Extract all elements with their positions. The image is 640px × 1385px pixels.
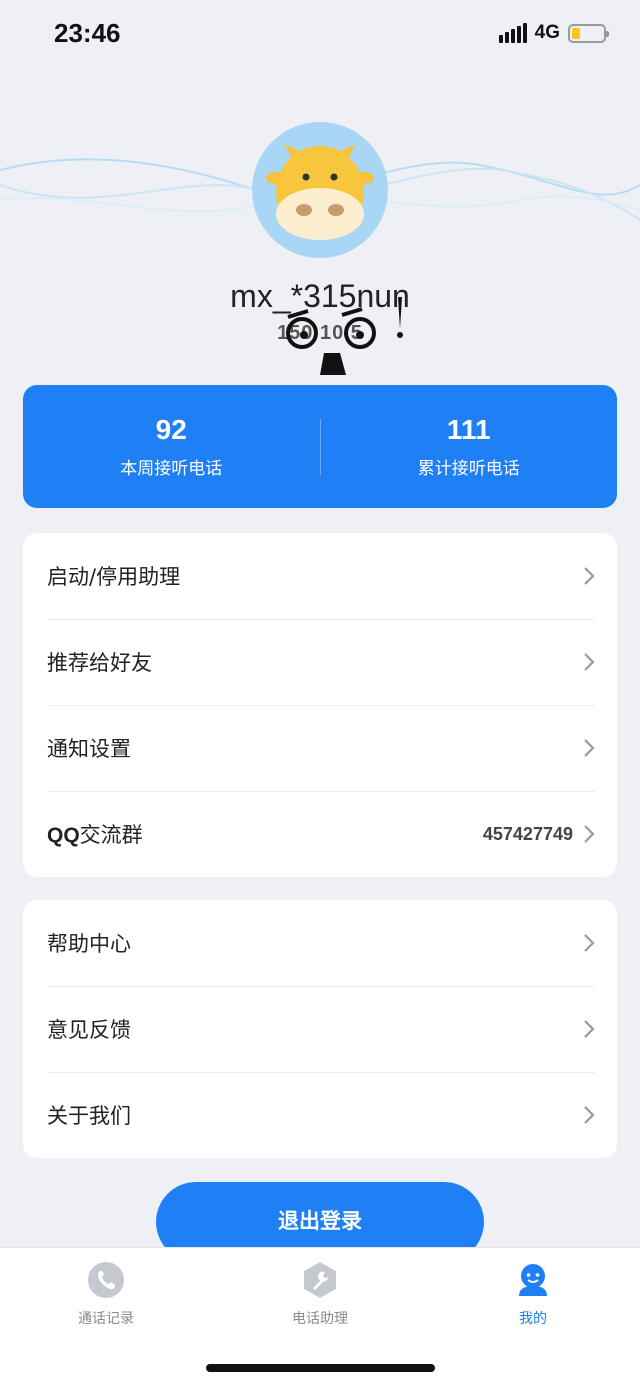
menu-item-recommend[interactable]: 推荐给好友 bbox=[23, 619, 617, 705]
network-type: 4G bbox=[534, 22, 560, 43]
settings-menu-group: 启动/停用助理 推荐给好友 通知设置 QQ交流群 457427749 bbox=[23, 533, 617, 877]
menu-item-label: 关于我们 bbox=[47, 1104, 131, 1128]
support-menu-group: 帮助中心 意见反馈 关于我们 bbox=[23, 900, 617, 1158]
battery-icon bbox=[568, 23, 609, 43]
call-stats-card: 92 本周接听电话 111 累计接听电话 bbox=[23, 385, 617, 508]
menu-item-qq-group[interactable]: QQ交流群 457427749 bbox=[23, 791, 617, 877]
tab-label: 通话记录 bbox=[78, 1311, 134, 1327]
chevron-right-icon bbox=[584, 934, 595, 952]
signal-icon bbox=[498, 23, 527, 43]
tab-mine[interactable]: 我的 bbox=[473, 1260, 593, 1328]
qq-label: 交流群 bbox=[79, 823, 143, 847]
stat-label: 本周接听电话 bbox=[120, 459, 223, 479]
tab-label: 我的 bbox=[519, 1311, 547, 1327]
chevron-right-icon bbox=[584, 653, 595, 671]
stat-label: 累计接听电话 bbox=[417, 459, 520, 479]
qq-prefix: QQ bbox=[47, 824, 80, 847]
menu-item-toggle-assistant[interactable]: 启动/停用助理 bbox=[23, 533, 617, 619]
menu-item-label: 帮助中心 bbox=[47, 932, 131, 956]
menu-item-about-us[interactable]: 关于我们 bbox=[23, 1072, 617, 1158]
menu-item-label: 推荐给好友 bbox=[47, 651, 152, 675]
status-indicators: 4G bbox=[498, 22, 609, 44]
menu-item-feedback[interactable]: 意见反馈 bbox=[23, 986, 617, 1072]
scribble-face-overlay bbox=[286, 297, 403, 375]
tab-call-records[interactable]: 通话记录 bbox=[46, 1260, 166, 1328]
phone-icon bbox=[88, 1262, 124, 1298]
home-indicator[interactable] bbox=[206, 1364, 435, 1372]
tab-label: 电话助理 bbox=[292, 1311, 348, 1327]
chevron-right-icon bbox=[584, 1106, 595, 1124]
stat-weekly-calls: 92 本周接听电话 bbox=[23, 414, 320, 479]
qq-group-number: 457427749 bbox=[482, 823, 573, 844]
status-bar: 23:46 4G bbox=[0, 0, 640, 70]
status-time: 23:46 bbox=[54, 18, 121, 48]
menu-item-help-center[interactable]: 帮助中心 bbox=[23, 900, 617, 986]
user-icon bbox=[519, 1264, 547, 1296]
menu-item-label: 通知设置 bbox=[47, 737, 131, 761]
menu-item-label: 启动/停用助理 bbox=[47, 565, 181, 589]
chevron-right-icon bbox=[584, 825, 595, 843]
chevron-right-icon bbox=[584, 567, 595, 585]
chevron-right-icon bbox=[584, 1020, 595, 1038]
wrench-icon bbox=[304, 1262, 336, 1298]
menu-item-label: QQ交流群 bbox=[47, 819, 483, 849]
chevron-right-icon bbox=[584, 739, 595, 757]
battery-level bbox=[572, 27, 580, 39]
cow-avatar-icon[interactable] bbox=[252, 122, 388, 258]
tab-phone-assistant[interactable]: 电话助理 bbox=[260, 1260, 380, 1328]
stat-total-calls: 111 累计接听电话 bbox=[321, 414, 618, 479]
stat-value: 111 bbox=[446, 414, 491, 445]
stat-value: 92 bbox=[155, 414, 187, 445]
menu-item-label: 意见反馈 bbox=[47, 1018, 131, 1042]
menu-item-notifications[interactable]: 通知设置 bbox=[23, 705, 617, 791]
